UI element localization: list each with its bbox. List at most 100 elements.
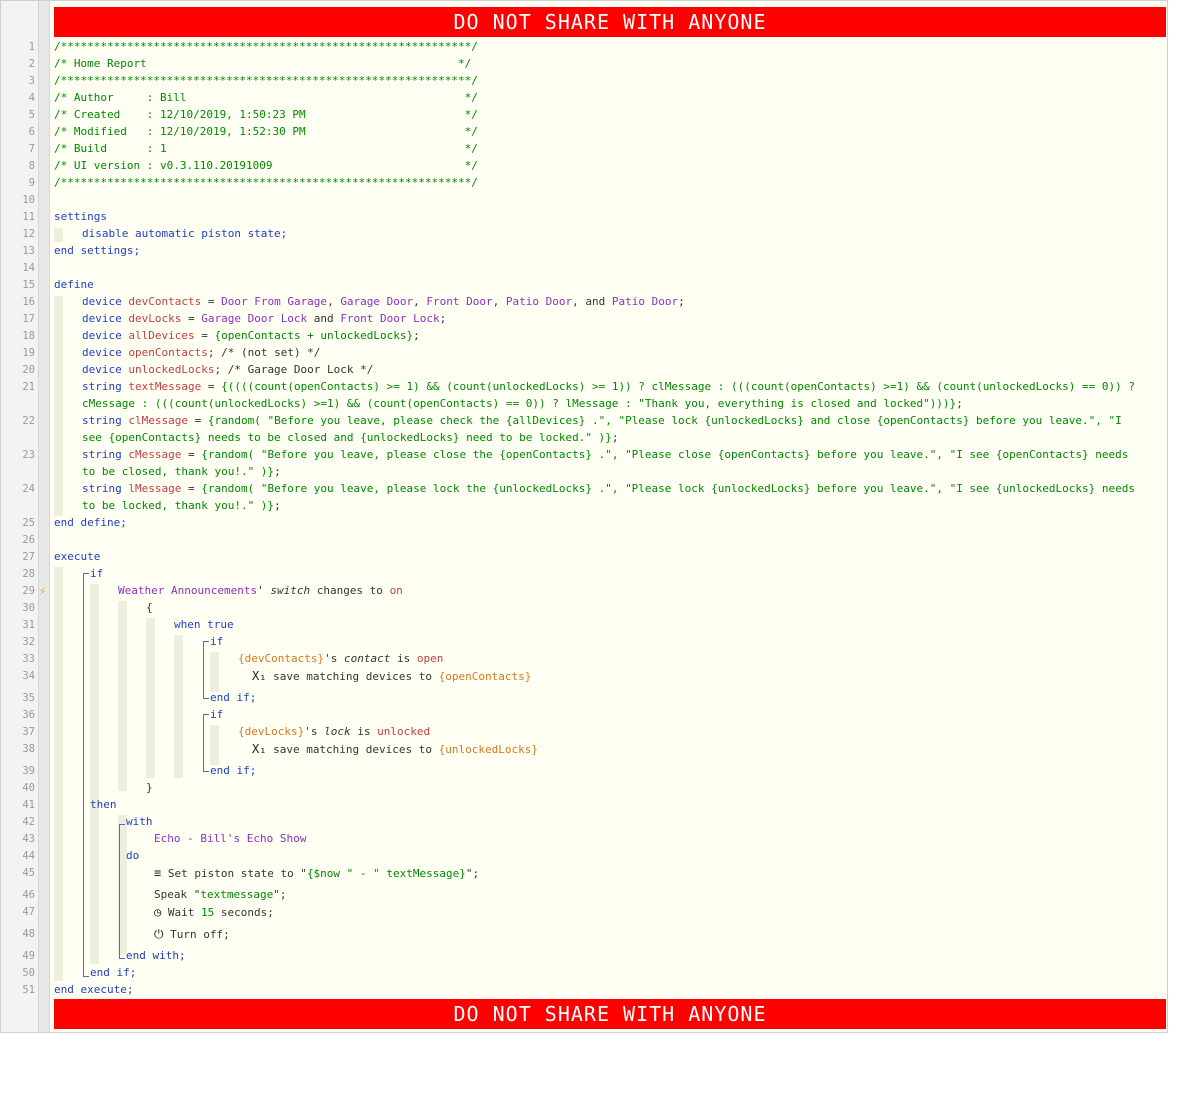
code-line-42: with [126,815,153,828]
code-line-29: Weather Announcements' switch changes to… [118,584,403,597]
header-comment-line: /* Home Report */ [54,57,472,70]
indent-guide [174,635,183,778]
line-number: 24 [22,483,35,495]
line-number: 26 [22,534,35,546]
line-number: 29 [22,585,35,597]
gutter-margin [38,1,50,1032]
header-comment-line: /* Modified : 12/10/2019, 1:52:30 PM */ [54,125,478,138]
line-number: 6 [28,126,35,138]
if-block-bracket [203,714,209,772]
line-number: 15 [22,279,35,291]
line-number: 40 [22,782,35,794]
line-number: 51 [22,984,35,996]
header-comment-line: /* Created : 12/10/2019, 1:50:23 PM */ [54,108,478,121]
code-line-49: end with; [126,949,186,962]
counter-x1-icon: X₁ [252,669,267,683]
indent-guide [54,296,63,516]
line-number: 20 [22,364,35,376]
line-number: 12 [22,228,35,240]
code-line-16: device devContacts = Door From Garage, G… [82,295,685,308]
line-number: 10 [22,194,35,206]
code-line-47: ◷ Wait 15 seconds; [154,905,274,919]
line-number: 14 [22,262,35,274]
line-number: 38 [22,743,35,755]
line-number: 1 [28,41,35,53]
line-number: 3 [28,75,35,87]
clock-icon: ◷ [154,905,162,919]
header-comment-line: /* UI version : v0.3.110.20191009 */ [54,159,478,172]
code-line-27: execute [54,550,101,563]
indent-guide [146,618,155,778]
header-comment-line: /* Author : Bill */ [54,91,478,104]
code-line-24: string lMessage = {random( "Before you l… [82,482,1135,495]
if-block-bracket [203,641,209,699]
line-number: 16 [22,296,35,308]
code-line-23: string cMessage = {random( "Before you l… [82,448,1129,461]
code-line-30: { [146,601,153,614]
code-line-41: then [90,798,117,811]
lightning-bolt-icon: ⚡ [39,584,47,598]
code-line-37: {devLocks}'s lock is unlocked [238,725,431,738]
line-number: 5 [28,109,35,121]
line-number: 11 [22,211,35,223]
line-number: 13 [22,245,35,257]
code-line-40: } [146,781,153,794]
with-block-bracket [119,824,125,959]
indent-guide [54,228,63,242]
warning-banner-bottom: DO NOT SHARE WITH ANYONE [54,999,1166,1029]
code-line-15: define [54,278,94,291]
line-number: 17 [22,313,35,325]
indent-guide [210,652,219,692]
line-number: 44 [22,850,35,862]
code-line-13: end settings; [54,244,141,257]
indent-guide [118,601,127,791]
if-block-bracket [83,573,89,977]
code-line-51: end execute; [54,983,134,996]
code-line-19: device openContacts; /* (not set) */ [82,346,321,359]
code-line-46: Speak "textmessage"; [154,888,287,901]
code-line-11: settings [54,210,107,223]
header-comment-line: /***************************************… [54,176,478,189]
line-number: 41 [22,799,35,811]
code-line-39: end if; [210,764,257,777]
line-number: 28 [22,568,35,580]
line-number: 36 [22,709,35,721]
code-line-38: X₁ save matching devices to {unlockedLoc… [252,742,538,756]
indent-guide [210,725,219,765]
line-number: 35 [22,692,35,704]
code-line-32: if [210,635,224,648]
line-number: 7 [28,143,35,155]
line-number: 43 [22,833,35,845]
code-line-22: string clMessage = {random( "Before you … [82,414,1122,427]
line-number: 31 [22,619,35,631]
indent-guide [90,584,99,964]
line-number: 39 [22,765,35,777]
line-number: 22 [22,415,35,427]
line-number: 45 [22,867,35,879]
text-lines-icon: ≡ [154,866,162,880]
line-number: 50 [22,967,35,979]
code-line-21: string textMessage = {((((count(openCont… [82,380,1136,393]
line-number: 19 [22,347,35,359]
power-icon: ⏻ [154,927,164,941]
code-line-43: Echo - Bill's Echo Show [154,832,307,845]
code-line-12: disable automatic piston state; [82,227,288,240]
line-number: 2 [28,58,35,70]
code-line-31: when true [174,618,234,631]
code-line-18: device allDevices = {openContacts + unlo… [82,329,420,342]
code-line-22-cont: see {openContacts} needs to be closed an… [82,431,619,444]
code-line-25: end define; [54,516,127,529]
code-line-20: device unlockedLocks; /* Garage Door Loc… [82,363,374,376]
code-line-35: end if; [210,691,257,704]
header-comment-line: /***************************************… [54,40,478,53]
counter-x1-icon: X₁ [252,742,267,756]
line-number: 49 [22,950,35,962]
line-number: 32 [22,636,35,648]
line-number: 47 [22,906,35,918]
code-line-28: if [90,567,104,580]
line-number: 46 [22,889,35,901]
line-number: 42 [22,816,35,828]
code-line-23-cont: to be closed, thank you!." )}; [82,465,281,478]
line-number: 34 [22,670,35,682]
code-view: DO NOT SHARE WITH ANYONE 1 2 3 4 5 6 7 8 9 10 11 12… [0,0,1168,1033]
